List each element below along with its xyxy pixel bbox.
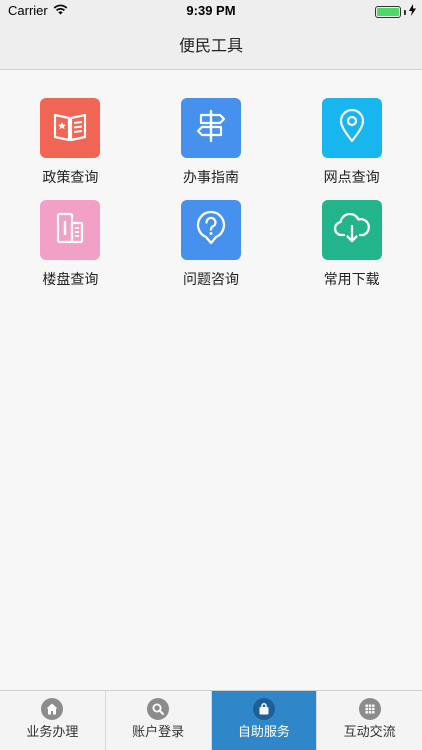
battery-icon <box>375 6 401 18</box>
status-time: 9:39 PM <box>186 3 236 18</box>
tool-grid: 政策查询 办事指南 网点查询 楼盘查询 问题咨询 常用下载 <box>0 98 422 290</box>
tile-label: 网点查询 <box>323 170 380 186</box>
tile-icon-bg <box>321 200 382 260</box>
building-icon <box>52 211 88 249</box>
bottom-tab-bar: 业务办理 账户登录 自助服务 互动交流 <box>0 690 422 750</box>
tile-common-download[interactable]: 常用下载 <box>281 200 422 290</box>
tile-icon-bg <box>40 98 101 158</box>
tile-outlet-query[interactable]: 网点查询 <box>281 98 422 188</box>
tile-icon-bg <box>180 200 241 260</box>
tile-icon-bg <box>40 200 101 260</box>
tab-label: 自助服务 <box>237 725 290 740</box>
tile-label: 政策查询 <box>42 170 99 186</box>
policy-book-icon <box>52 109 88 147</box>
tile-question-consult[interactable]: 问题咨询 <box>141 200 282 290</box>
tile-label: 楼盘查询 <box>42 272 99 288</box>
tab-account-login[interactable]: 账户登录 <box>105 691 212 750</box>
tab-label: 互动交流 <box>343 725 396 740</box>
cloud-download-icon <box>332 211 372 249</box>
tab-interaction[interactable]: 互动交流 <box>317 691 422 750</box>
tile-property-query[interactable]: 楼盘查询 <box>0 200 141 290</box>
battery-fill <box>377 8 399 16</box>
signpost-icon <box>193 108 229 148</box>
battery-tip <box>404 9 406 15</box>
tab-business[interactable]: 业务办理 <box>0 691 106 750</box>
grid-icon <box>358 698 381 720</box>
location-pin-icon <box>337 108 367 148</box>
search-icon <box>147 698 170 720</box>
tile-service-guide[interactable]: 办事指南 <box>141 98 282 188</box>
navigation-bar: 便民工具 <box>0 22 422 70</box>
tile-label: 常用下载 <box>323 272 380 288</box>
tile-label: 办事指南 <box>182 170 239 186</box>
page-title: 便民工具 <box>178 36 243 55</box>
tile-policy-query[interactable]: 政策查询 <box>0 98 141 188</box>
tab-label: 业务办理 <box>26 725 79 740</box>
tab-label: 账户登录 <box>132 725 185 740</box>
tile-label: 问题咨询 <box>182 272 239 288</box>
home-icon <box>41 698 64 720</box>
charging-bolt-icon <box>409 4 416 20</box>
status-bar: Carrier 9:39 PM <box>0 0 422 22</box>
status-right <box>375 4 416 20</box>
tile-icon-bg <box>180 98 241 158</box>
tile-icon-bg <box>321 98 382 158</box>
question-bubble-icon <box>194 210 228 250</box>
bag-icon <box>252 698 275 720</box>
tab-self-service[interactable]: 自助服务 <box>211 691 318 750</box>
